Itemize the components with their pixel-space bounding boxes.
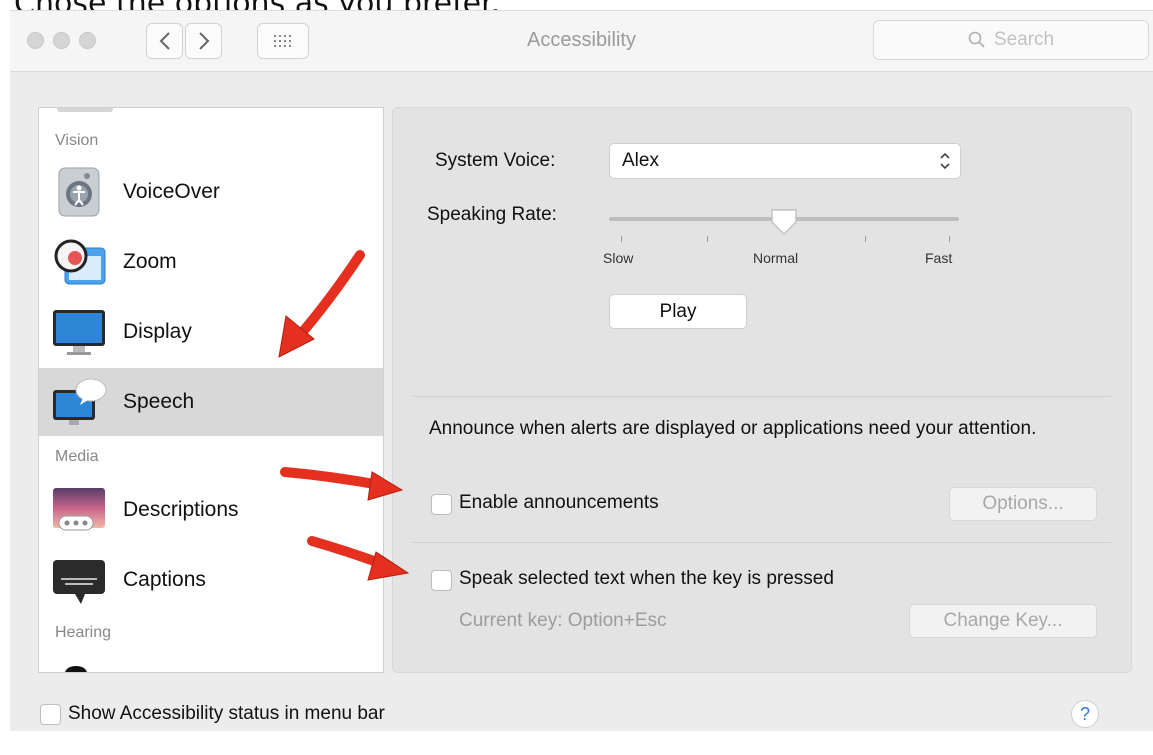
descriptions-icon — [51, 482, 107, 538]
rate-tick-fast: Fast — [925, 250, 953, 266]
sidebar-list[interactable]: Vision VoiceOver Zoom Display Speech Med… — [38, 107, 384, 673]
speech-icon — [51, 374, 107, 430]
section-header-media: Media — [55, 448, 99, 465]
sidebar-item-label: Descriptions — [123, 498, 239, 521]
rate-tick-normal: Normal — [753, 250, 799, 266]
section-divider — [413, 396, 1111, 397]
enable-announcements-label: Enable announcements — [459, 492, 659, 513]
announce-description: Announce when alerts are displayed or ap… — [429, 418, 1037, 439]
voiceover-icon — [51, 164, 107, 220]
sidebar-item-display[interactable]: Display — [39, 298, 383, 366]
search-field[interactable]: Search — [873, 20, 1149, 60]
sidebar-item-label: Captions — [123, 568, 206, 591]
show-status-in-menu-bar-label: Show Accessibility status in menu bar — [68, 703, 385, 724]
display-icon — [51, 304, 107, 360]
sidebar-item-label: Display — [123, 320, 192, 343]
system-voice-value: Alex — [622, 150, 659, 171]
slider-tick — [949, 236, 950, 242]
sidebar-item-speech[interactable]: Speech — [39, 368, 383, 436]
speak-selected-text-label: Speak selected text when the key is pres… — [459, 568, 834, 589]
partial-item-icon — [65, 666, 87, 672]
chevron-updown-icon — [940, 152, 950, 170]
preferences-window: Accessibility Search Vision VoiceOver Zo… — [10, 10, 1153, 731]
system-voice-popup[interactable]: Alex — [609, 143, 961, 179]
scroll-edge-item — [57, 108, 113, 112]
speech-settings-pane: System Voice: Alex Speaking Rate: Slow N… — [392, 107, 1132, 673]
speaking-rate-label: Speaking Rate: — [427, 204, 557, 225]
slider-tick — [865, 236, 866, 242]
system-voice-label: System Voice: — [435, 150, 556, 171]
sidebar-item-captions[interactable]: Captions — [39, 546, 383, 614]
section-header-vision: Vision — [55, 132, 99, 149]
title-bar: Accessibility Search — [10, 11, 1153, 72]
slider-thumb[interactable] — [770, 208, 798, 236]
slider-tick — [621, 236, 622, 242]
sidebar-item-label: Zoom — [123, 250, 177, 273]
sidebar-item-label: VoiceOver — [123, 180, 220, 203]
sidebar-item-label: Speech — [123, 390, 195, 413]
show-status-in-menu-bar-checkbox[interactable] — [40, 704, 61, 725]
help-button[interactable]: ? — [1071, 700, 1099, 728]
magnifier-icon — [968, 31, 985, 48]
section-divider — [413, 542, 1111, 543]
search-placeholder: Search — [993, 29, 1055, 50]
rate-tick-slow: Slow — [603, 250, 634, 266]
change-key-button[interactable]: Change Key... — [909, 604, 1097, 638]
sidebar-item-voiceover[interactable]: VoiceOver — [39, 158, 383, 226]
sidebar-item-zoom[interactable]: Zoom — [39, 228, 383, 296]
zoom-icon — [51, 234, 107, 290]
speak-selected-text-checkbox[interactable] — [431, 570, 452, 591]
slider-tick — [707, 236, 708, 242]
current-key-label: Current key: Option+Esc — [459, 610, 667, 631]
options-button[interactable]: Options... — [949, 487, 1097, 521]
play-button[interactable]: Play — [609, 294, 747, 329]
sidebar-item-descriptions[interactable]: Descriptions — [39, 476, 383, 544]
captions-icon — [51, 552, 107, 608]
section-header-hearing: Hearing — [55, 624, 112, 641]
enable-announcements-checkbox[interactable] — [431, 494, 452, 515]
